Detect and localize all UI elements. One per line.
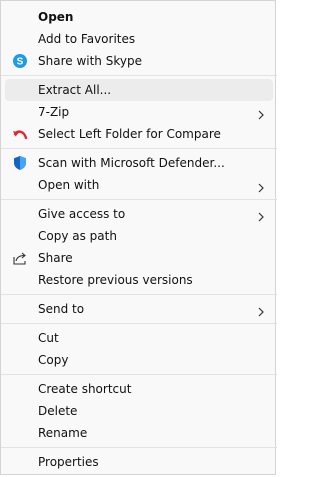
menu-separator: [1, 374, 277, 375]
skype-icon: S: [12, 53, 28, 69]
menu-item-7-zip[interactable]: 7-Zip: [5, 101, 273, 123]
menu-item-label: Restore previous versions: [38, 273, 193, 287]
menu-item-give-access-to[interactable]: Give access to: [5, 203, 273, 225]
menu-item-label: Copy: [38, 353, 69, 367]
menu-item-label: Properties: [38, 455, 99, 469]
compare-arrow-icon: [12, 126, 28, 142]
menu-item-label: Give access to: [38, 207, 126, 221]
menu-item-extract-all[interactable]: Extract All...: [5, 79, 273, 101]
menu-item-label: Copy as path: [38, 229, 117, 243]
menu-item-copy[interactable]: Copy: [5, 349, 273, 371]
menu-item-properties[interactable]: Properties: [5, 451, 273, 473]
menu-separator: [1, 323, 277, 324]
menu-item-share[interactable]: Share: [5, 247, 273, 269]
menu-item-label: Send to: [38, 302, 85, 316]
menu-item-create-shortcut[interactable]: Create shortcut: [5, 378, 273, 400]
menu-separator: [1, 75, 277, 76]
menu-item-share-with-skype[interactable]: S Share with Skype: [5, 50, 273, 72]
menu-item-label: Open with: [38, 178, 100, 192]
chevron-right-icon: [255, 106, 267, 120]
menu-item-label: Share with Skype: [38, 54, 142, 68]
chevron-right-icon: [255, 208, 267, 222]
menu-item-label: 7-Zip: [38, 105, 70, 119]
menu-item-delete[interactable]: Delete: [5, 400, 273, 422]
svg-text:S: S: [17, 57, 24, 68]
menu-item-label: Cut: [38, 331, 59, 345]
menu-item-label: Delete: [38, 404, 78, 418]
menu-item-label: Select Left Folder for Compare: [38, 127, 221, 141]
menu-item-label: Scan with Microsoft Defender...: [38, 156, 225, 170]
menu-item-rename[interactable]: Rename: [5, 422, 273, 444]
menu-separator: [1, 447, 277, 448]
chevron-right-icon: [255, 179, 267, 193]
menu-item-copy-as-path[interactable]: Copy as path: [5, 225, 273, 247]
menu-item-label: Create shortcut: [38, 382, 132, 396]
menu-separator: [1, 294, 277, 295]
menu-item-open[interactable]: Open: [5, 6, 273, 28]
menu-item-open-with[interactable]: Open with: [5, 174, 273, 196]
menu-item-label: Open: [38, 10, 74, 24]
menu-item-send-to[interactable]: Send to: [5, 298, 273, 320]
menu-item-scan-with-microsoft-defender[interactable]: Scan with Microsoft Defender...: [5, 152, 273, 174]
menu-item-label: Add to Favorites: [38, 32, 136, 46]
share-icon: [12, 250, 28, 266]
defender-shield-icon: [12, 155, 28, 171]
menu-item-label: Rename: [38, 426, 88, 440]
menu-separator: [1, 199, 277, 200]
menu-item-label: Extract All...: [38, 83, 112, 97]
menu-item-label: Share: [38, 251, 73, 265]
menu-item-cut[interactable]: Cut: [5, 327, 273, 349]
menu-item-select-left-folder-for-compare[interactable]: Select Left Folder for Compare: [5, 123, 273, 145]
chevron-right-icon: [255, 303, 267, 317]
menu-item-restore-previous-versions[interactable]: Restore previous versions: [5, 269, 273, 291]
menu-separator: [1, 148, 277, 149]
context-menu: Open Add to Favorites S Share with Skype…: [0, 0, 277, 475]
menu-item-add-to-favorites[interactable]: Add to Favorites: [5, 28, 273, 50]
